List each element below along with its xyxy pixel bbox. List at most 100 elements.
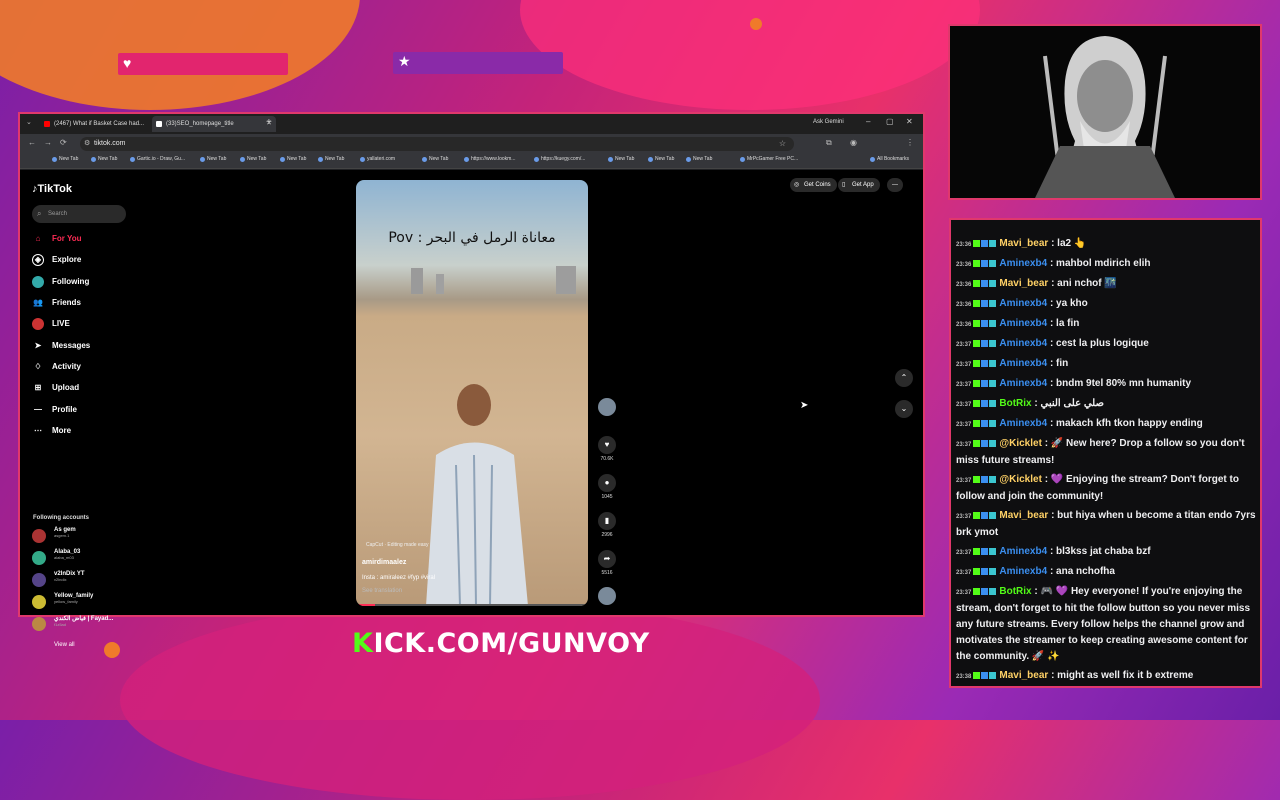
nav-label: Activity (52, 362, 81, 371)
bookmark-item[interactable]: New Tab (280, 156, 306, 162)
nav-more[interactable]: ⋯ More (32, 423, 152, 439)
bookmark-item[interactable]: New Tab (686, 156, 712, 162)
chat-message: 23:37 Aminexb4 : fin (956, 356, 1256, 373)
extensions-icon[interactable]: ⧉ (826, 138, 832, 148)
see-translation-link[interactable]: See translation (362, 588, 402, 594)
bookmark-item[interactable]: https://kuegy.com/... (534, 156, 585, 162)
tab-tiktok[interactable]: (33)SEO_homepage_title ✕ (152, 116, 276, 132)
comment-count: 1045 (601, 494, 613, 500)
share-button[interactable]: ➦ 5516 (596, 550, 618, 576)
avatar (32, 595, 46, 609)
chat-username[interactable]: Aminexb4 (999, 338, 1047, 349)
bookmark-item[interactable]: Gartic.io - Draw, Gu... (130, 156, 185, 162)
badge-icon (981, 399, 989, 407)
video-player[interactable]: معاناة الرمل في البحر : Pov CapCut · Edi… (356, 180, 588, 606)
nav-upload[interactable]: ⊞ Upload (32, 380, 152, 396)
bookmark-item[interactable]: New Tab (318, 156, 344, 162)
get-app-button[interactable]: ▯ Get App (838, 178, 880, 192)
tab-search-icon[interactable]: ⌄ (26, 118, 32, 126)
bookmark-item[interactable]: New Tab (200, 156, 226, 162)
tiktok-logo[interactable]: ♪TikTok (32, 183, 72, 195)
chat-username[interactable]: Aminexb4 (999, 318, 1047, 329)
forward-icon[interactable]: → (44, 138, 52, 147)
following-account[interactable]: فياض الكندي | Fayad... f1z5ad (32, 615, 113, 633)
nav-profile[interactable]: — Profile (32, 402, 152, 418)
comment-button[interactable]: ● 1045 (596, 474, 618, 500)
nav-messages[interactable]: ➤ Messages (32, 338, 152, 354)
address-bar[interactable]: ⚙ tiktok.com ☆ (80, 137, 794, 151)
bookmark-item[interactable]: New Tab (608, 156, 634, 162)
bookmark-item[interactable]: https://www.lookm... (464, 156, 515, 162)
get-coins-button[interactable]: ◎ Get Coins (790, 178, 837, 192)
prev-video-button[interactable]: ⌃ (895, 369, 913, 387)
minimize-button[interactable]: – (866, 117, 870, 126)
bookmark-item[interactable]: MrPcGamer Free PC... (740, 156, 798, 162)
bookmark-item[interactable]: New Tab (52, 156, 78, 162)
nav-friends[interactable]: 👥 Friends (32, 295, 152, 311)
chat-text: : bl3kss jat chaba bzf (1049, 546, 1151, 557)
chat-username[interactable]: BotRix (999, 398, 1031, 409)
chat-username[interactable]: Aminexb4 (999, 378, 1047, 389)
nav-activity[interactable]: ♢ Activity (32, 359, 152, 375)
close-window-button[interactable]: ✕ (906, 117, 913, 126)
ask-gemini-button[interactable]: Ask Gemini (813, 119, 844, 125)
bookmark-item[interactable]: New Tab (648, 156, 674, 162)
chat-username[interactable]: Mavi_bear (999, 510, 1048, 521)
bookmark-item[interactable]: New Tab (91, 156, 117, 162)
capcut-tag[interactable]: CapCut · Editing made easy (366, 542, 429, 548)
nav-live[interactable]: LIVE (32, 316, 152, 332)
chat-username[interactable]: Mavi_bear (999, 238, 1048, 249)
search-input[interactable]: ⌕ Search (32, 205, 126, 223)
back-icon[interactable]: ← (28, 138, 36, 147)
following-account[interactable]: As gem asgem.1 (32, 527, 76, 545)
bookmark-star-icon[interactable]: ☆ (779, 137, 786, 151)
sound-avatar[interactable] (596, 587, 618, 605)
following-account[interactable]: Alaba_03 alaba_m03 (32, 549, 80, 567)
menu-icon[interactable]: ⋮ (906, 138, 914, 147)
new-tab-button[interactable]: + (266, 117, 272, 128)
reload-icon[interactable]: ⟳ (60, 138, 67, 147)
chat-username[interactable]: Aminexb4 (999, 258, 1047, 269)
share-icon: ➦ (598, 550, 616, 568)
account-handle: f1z5ad (54, 622, 67, 627)
chat-username[interactable]: Aminexb4 (999, 546, 1047, 557)
maximize-button[interactable]: ▢ (886, 117, 894, 126)
nav-explore[interactable]: ◈ Explore (32, 252, 152, 268)
nav-for-you[interactable]: ⌂ For You (32, 231, 152, 247)
bookmark-item[interactable]: New Tab (240, 156, 266, 162)
creator-avatar[interactable] (596, 398, 618, 416)
chat-username[interactable]: Aminexb4 (999, 358, 1047, 369)
view-all-link[interactable]: View all (32, 642, 75, 648)
chat-username[interactable]: @Kicklet (999, 474, 1042, 485)
account-name: فياض الكندي | Fayad... (54, 616, 114, 622)
all-bookmarks[interactable]: All Bookmarks (870, 156, 909, 162)
chat-username[interactable]: Mavi_bear (999, 278, 1048, 289)
site-info-icon[interactable]: ⚙ (84, 137, 90, 151)
profile-menu-button[interactable]: — (887, 178, 903, 192)
chat-text: : bndm 9tel 80% mn humanity (1049, 378, 1192, 389)
bookmark-item[interactable]: New Tab (422, 156, 448, 162)
following-account[interactable]: v2lnDix YT v2lndix (32, 571, 85, 589)
bookmark-button[interactable]: ▮ 2996 (596, 512, 618, 538)
chat-username[interactable]: @Kicklet (999, 438, 1042, 449)
chat-username[interactable]: BotRix (999, 586, 1031, 597)
like-button[interactable]: ♥ 70.6K (596, 436, 618, 462)
following-account[interactable]: Yellow_family yellow_family (32, 593, 93, 611)
next-video-button[interactable]: ⌄ (895, 400, 913, 418)
city-skyline (556, 266, 576, 294)
chat-username[interactable]: Mavi_bear (999, 670, 1048, 681)
chat-username[interactable]: Aminexb4 (999, 566, 1047, 577)
chat-timestamp: 23:37 (956, 342, 972, 348)
nav-following[interactable]: Following (32, 274, 152, 290)
video-author[interactable]: amirdimaalez (362, 559, 406, 566)
bookmark-item[interactable]: yallateri.com (360, 156, 395, 162)
live-icon (32, 318, 44, 330)
progress-bar[interactable] (356, 604, 588, 606)
tab-label: (33)SEO_homepage_title (166, 121, 234, 127)
badge-icon (989, 379, 997, 387)
chat-username[interactable]: Aminexb4 (999, 298, 1047, 309)
kick-k: K (352, 628, 374, 659)
tab-youtube[interactable]: (2467) What if Basket Case had... ✕ (40, 116, 164, 132)
chat-username[interactable]: Aminexb4 (999, 418, 1047, 429)
profile-icon[interactable]: ◉ (850, 138, 857, 147)
